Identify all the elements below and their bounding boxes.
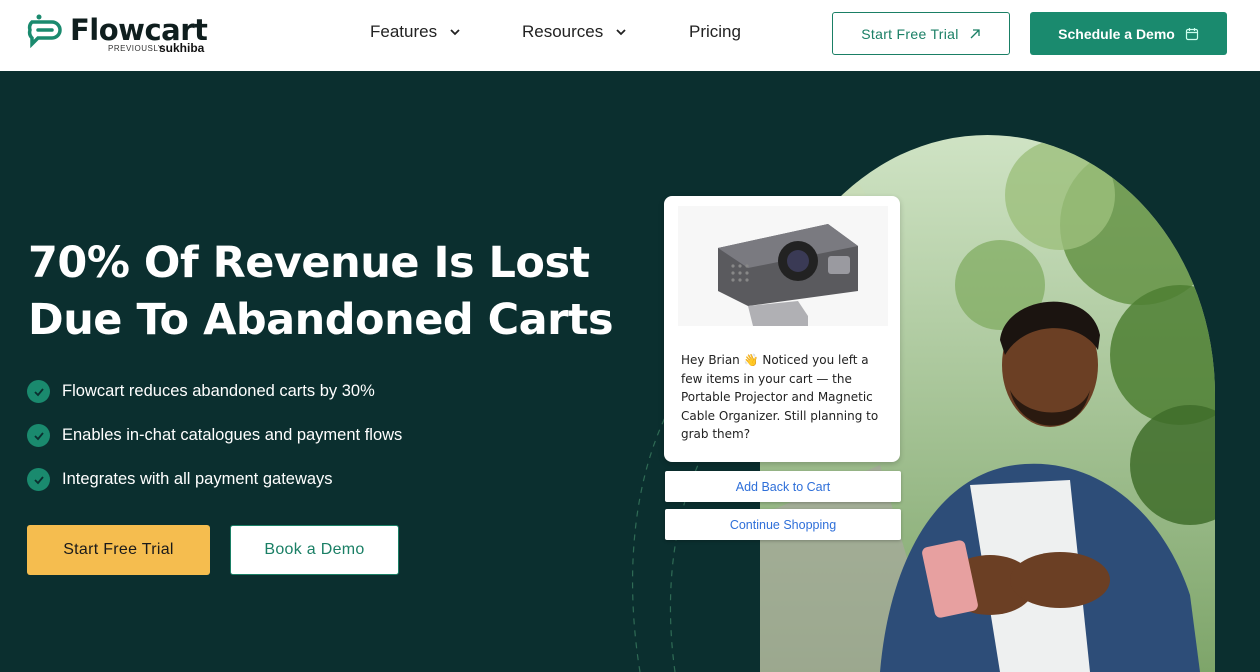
- nav-item-features[interactable]: Features: [370, 22, 461, 42]
- flowcart-logo[interactable]: Flowcart PREVIOUSLY sukhiba: [26, 12, 216, 58]
- nav-item-label: Features: [370, 22, 438, 41]
- check-circle-icon: [27, 424, 50, 447]
- feature-text: Integrates with all payment gateways: [62, 470, 333, 488]
- logo-previous-name: sukhiba: [159, 41, 205, 55]
- chat-message-text: Hey Brian 👋 Noticed you left a few items…: [681, 353, 879, 441]
- hero-book-demo-button[interactable]: Book a Demo: [230, 525, 399, 575]
- button-label: Schedule a Demo: [1058, 25, 1175, 42]
- feature-item: Enables in-chat catalogues and payment f…: [27, 424, 402, 447]
- check-circle-icon: [27, 380, 50, 403]
- arrow-up-right-icon: [970, 28, 980, 38]
- chevron-down-icon: [450, 29, 460, 36]
- feature-item: Flowcart reduces abandoned carts by 30%: [27, 380, 375, 403]
- continue-shopping-button[interactable]: Continue Shopping: [665, 509, 901, 540]
- check-circle-icon: [27, 468, 50, 491]
- hero-start-free-trial-button[interactable]: Start Free Trial: [27, 525, 210, 575]
- chat-message-card: Hey Brian 👋 Noticed you left a few items…: [664, 196, 900, 462]
- chat-bubble-logo-icon: [27, 14, 62, 48]
- headline-line-1: 70% Of Revenue Is Lost: [28, 238, 590, 288]
- logo-previously-label: PREVIOUSLY: [108, 44, 164, 53]
- start-free-trial-button[interactable]: Start Free Trial: [832, 12, 1010, 55]
- feature-text: Flowcart reduces abandoned carts by 30%: [62, 382, 375, 400]
- nav-item-pricing[interactable]: Pricing: [689, 22, 741, 42]
- headline-line-2: Due To Abandoned Carts: [28, 295, 614, 345]
- add-back-to-cart-button[interactable]: Add Back to Cart: [665, 471, 901, 502]
- calendar-icon: [1185, 27, 1198, 40]
- feature-text: Enables in-chat catalogues and payment f…: [62, 426, 403, 444]
- nav-item-label: Pricing: [689, 22, 741, 41]
- schedule-demo-button[interactable]: Schedule a Demo: [1030, 12, 1227, 55]
- nav-item-label: Resources: [522, 22, 604, 41]
- projector-product-image: [678, 206, 888, 326]
- nav-item-resources[interactable]: Resources: [522, 22, 627, 42]
- site-header: Flowcart PREVIOUSLY sukhiba Features Res…: [0, 0, 1260, 71]
- feature-item: Integrates with all payment gateways: [27, 468, 333, 491]
- chevron-down-icon: [616, 29, 626, 36]
- button-label: Start Free Trial: [861, 25, 959, 42]
- hero-headline: 70% Of Revenue Is Lost Due To Abandoned …: [28, 235, 628, 349]
